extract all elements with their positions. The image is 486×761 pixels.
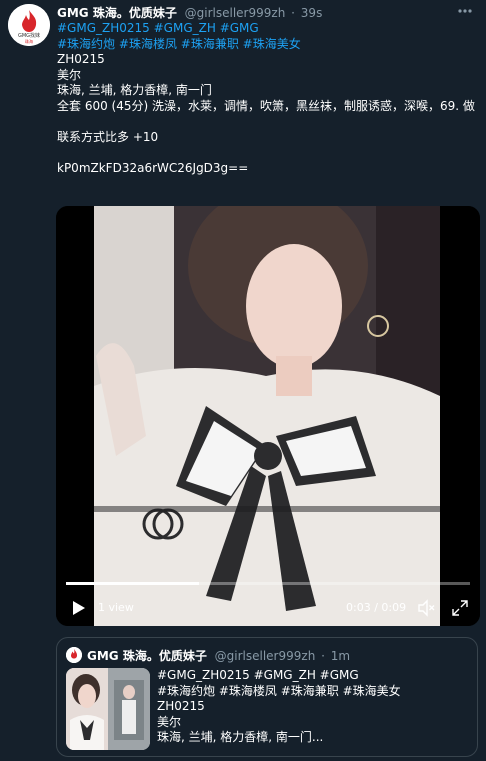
quoted-thumbnail <box>66 668 150 750</box>
display-name[interactable]: GMG 珠海。优质妹子 <box>57 6 177 20</box>
fire-logo-icon <box>66 647 82 663</box>
video-player[interactable]: 1 view 0:03 / 0:09 <box>56 206 480 626</box>
tweet-code-line: kP0mZkFD32a6rWC26JgD3g== <box>57 160 249 175</box>
view-count: 1 view <box>98 601 134 614</box>
avatar-text: GMG找妹 <box>18 32 40 39</box>
tweet[interactable]: GMG找妹 珠海 GMG 珠海。优质妹子 @girlseller999zh · … <box>0 0 486 761</box>
avatar-subtext: 珠海 <box>25 38 33 44</box>
avatar[interactable]: GMG找妹 珠海 <box>8 4 50 46</box>
fire-logo-icon: GMG找妹 珠海 <box>8 4 50 46</box>
quoted-header: GMG 珠海。优质妹子 @girlseller999zh · 1m <box>87 647 350 664</box>
quoted-text-line: ZH0215 <box>157 699 205 713</box>
quoted-text-line: 美尔 <box>157 714 182 729</box>
quoted-tweet[interactable]: GMG 珠海。优质妹子 @girlseller999zh · 1m #GMG_Z… <box>56 637 478 757</box>
video-progress-bar[interactable] <box>66 582 470 585</box>
quoted-hashtags: #珠海约炮 #珠海楼凤 #珠海兼职 #珠海美女 <box>157 683 401 698</box>
tweet-text-line: ZH0215 <box>57 52 105 66</box>
video-duration: 0:03 / 0:09 <box>346 601 407 614</box>
quoted-time: 1m <box>330 649 351 663</box>
hashtag-row-2: #珠海约炮 #珠海楼凤 #珠海兼职 #珠海美女 <box>57 37 477 53</box>
volume-muted-icon[interactable] <box>416 598 436 618</box>
video-frame <box>56 206 480 626</box>
tweet-header: GMG 珠海。优质妹子 @girlseller999zh · 39s <box>57 4 467 20</box>
hashtag-link[interactable]: #珠海约炮 <box>57 37 115 51</box>
hashtag-link[interactable]: #珠海美女 <box>243 37 301 51</box>
video-controls: 1 view 0:03 / 0:09 <box>56 594 480 624</box>
video-progress-fill <box>66 582 200 585</box>
quoted-text-line: 珠海, 兰埔, 格力香樟, 南一门... <box>157 730 324 744</box>
hashtag-link[interactable]: #珠海楼凤 <box>119 37 177 51</box>
hashtag-link[interactable]: #GMG <box>220 21 259 35</box>
hashtag-link[interactable]: #珠海兼职 <box>181 37 239 51</box>
quoted-avatar <box>66 647 82 663</box>
separator-dot: · <box>321 649 325 663</box>
quoted-handle: @girlseller999zh <box>214 649 316 663</box>
hashtag-row-1: #GMG_ZH0215 #GMG_ZH #GMG <box>57 21 477 37</box>
tweet-contact-line: 联系方式比多 +10 <box>57 129 159 144</box>
separator-dot: · <box>291 6 295 20</box>
more-options-icon[interactable] <box>456 2 474 20</box>
play-icon[interactable] <box>68 598 88 618</box>
quoted-display-name: GMG 珠海。优质妹子 <box>87 649 207 663</box>
fullscreen-icon[interactable] <box>450 598 470 618</box>
quoted-hashtags: #GMG_ZH0215 #GMG_ZH #GMG <box>157 668 359 682</box>
user-handle[interactable]: @girlseller999zh <box>185 6 286 20</box>
hashtag-link[interactable]: #GMG_ZH <box>154 21 216 35</box>
quoted-body: #GMG_ZH0215 #GMG_ZH #GMG #珠海约炮 #珠海楼凤 #珠海… <box>157 668 401 746</box>
hashtag-link[interactable]: #GMG_ZH0215 <box>57 21 150 35</box>
tweet-text-line: 珠海, 兰埔, 格力香樟, 南一门 <box>57 83 212 97</box>
tweet-text-line: 全套 600 (45分) 洗澡，水莱，调情，吹箫，黑丝袜，制服诱惑，深喉，69.… <box>57 98 475 113</box>
tweet-text-line: 美尔 <box>57 67 82 82</box>
tweet-time[interactable]: 39s <box>301 6 323 20</box>
tweet-body: #GMG_ZH0215 #GMG_ZH #GMG #珠海约炮 #珠海楼凤 #珠海… <box>57 21 477 176</box>
